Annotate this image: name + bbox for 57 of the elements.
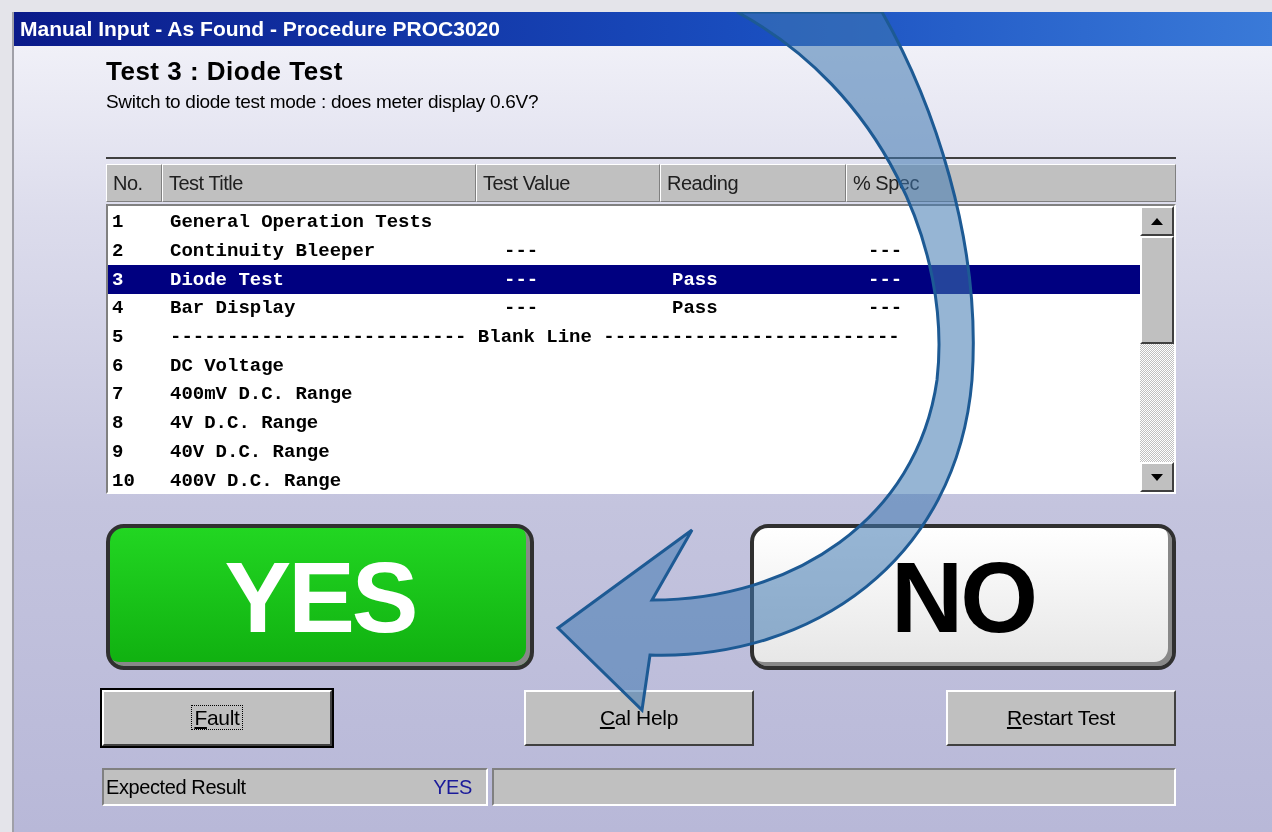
list-row[interactable]: 3 Diode Test --- Pass --- [108,265,1140,295]
row-number: 7 [111,383,125,406]
action-button[interactable]: Fault [102,690,332,746]
test-value: --- [503,268,540,291]
test-value: --- [503,297,540,320]
scroll-up-button[interactable] [1140,206,1174,236]
row-number: 1 [111,211,125,234]
column-header[interactable]: No. [106,164,162,202]
list-row[interactable]: 10 400V D.C. Range [108,466,1140,492]
test-title: 40V D.C. Range [170,440,331,463]
row-number: 6 [111,354,125,377]
scroll-thumb[interactable] [1140,236,1174,344]
list-row[interactable]: 9 40V D.C. Range [108,437,1140,467]
list-row[interactable]: 2 Continuity Bleeper --- --- [108,236,1140,266]
row-number: 10 [111,469,136,492]
list-row[interactable]: 4 Bar Display --- Pass --- [108,294,1140,323]
scroll-down-button[interactable] [1140,462,1174,492]
reading: Pass [672,297,719,320]
row-number: 8 [111,412,125,435]
test-title: 400mV D.C. Range [170,383,354,406]
row-number: 9 [111,440,125,463]
test-title: General Operation Tests [170,211,434,234]
row-number: 3 [111,268,125,291]
list-row[interactable]: 6 DC Voltage [108,351,1140,381]
separator-label: -------------------------- Blank Line -------------------------- [170,326,901,349]
list-row[interactable]: 7 400mV D.C. Range [108,380,1140,409]
list-row[interactable]: 8 4V D.C. Range [108,408,1140,438]
status-value: YES [433,775,472,799]
spec-value: --- [867,268,904,291]
test-title: Bar Display [170,297,297,320]
column-header[interactable]: Test Value [476,164,660,202]
test-value: --- [503,240,540,263]
reading: Pass [672,268,719,291]
scrollbar[interactable] [1140,206,1174,492]
test-title: 4V D.C. Range [170,412,320,435]
up-arrow-icon [1151,217,1163,225]
column-header[interactable]: Reading [660,164,846,202]
spec-value: --- [867,297,904,320]
row-number: 5 [111,326,125,349]
row-number: 4 [111,297,125,320]
test-title: Continuity Bleeper [170,240,377,263]
test-title: Diode Test [170,268,286,291]
row-number: 2 [111,240,125,263]
window-title: Manual Input - As Found - Procedure PROC3020 [14,12,1272,46]
no-button[interactable]: NO [750,524,1176,670]
test-question: Switch to diode test mode : does meter display 0.6V? [106,91,540,113]
action-button[interactable]: Cal Help [524,690,754,746]
column-header[interactable]: Test Title [162,164,476,202]
test-title: 400V D.C. Range [170,469,343,492]
test-title: DC Voltage [170,354,286,377]
spec-value: --- [867,240,904,263]
list-row[interactable]: 1 General Operation Tests [108,208,1140,237]
down-arrow-icon [1151,473,1163,481]
action-button[interactable]: Restart Test [946,690,1176,746]
list-row[interactable]: 5 -------------------------- Blank Line -------------------------- [108,322,1140,352]
test-heading: Test 3 : Diode Test [106,56,344,87]
status-label: Expected Result [106,775,246,799]
